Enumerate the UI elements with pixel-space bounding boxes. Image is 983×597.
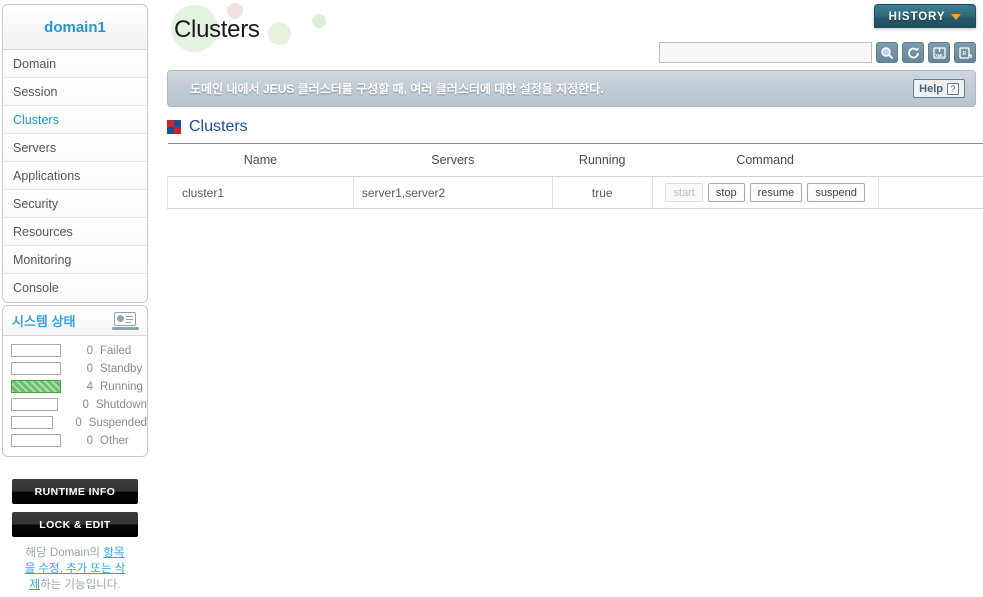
runtime-info-button[interactable]: RUNTIME INFO bbox=[12, 479, 138, 504]
start-button[interactable]: start bbox=[665, 183, 703, 202]
status-bar bbox=[11, 398, 59, 411]
table-header: Name Servers Running Command ADD bbox=[167, 143, 983, 177]
monitor-chart-icon[interactable] bbox=[112, 311, 139, 330]
status-label: Failed bbox=[100, 344, 132, 357]
page-title: Clusters bbox=[174, 16, 260, 43]
column-header-running[interactable]: Running bbox=[552, 143, 653, 177]
cell-servers: server1,server2 bbox=[353, 176, 553, 209]
status-row-running: 4 Running bbox=[11, 378, 147, 395]
status-count: 0 bbox=[82, 398, 89, 411]
sidebar-help-text: 해당 Domain의 항목을 수정, 추가 또는 삭제하는 기능입니다. bbox=[12, 545, 138, 593]
clusters-table: Name Servers Running Command ADD cluster… bbox=[167, 143, 983, 209]
sidebar-item-monitoring[interactable]: Monitoring bbox=[3, 246, 147, 274]
column-header-name[interactable]: Name bbox=[167, 143, 354, 177]
history-label: HISTORY bbox=[888, 10, 946, 23]
info-banner-text: 도메인 내에서 JEUS 클러스터를 구성할 때, 여러 클러스터에 대한 설정… bbox=[190, 82, 604, 96]
help-text-prefix: 해당 Domain의 bbox=[25, 547, 104, 559]
sidebar-nav-card: domain1 Domain Session Clusters Servers … bbox=[2, 4, 148, 303]
status-count: 0 bbox=[86, 434, 93, 447]
search-toolbar: XML R bbox=[659, 42, 976, 63]
app-root: domain1 Domain Session Clusters Servers … bbox=[0, 0, 983, 597]
system-status-title: 시스템 상태 bbox=[12, 314, 76, 329]
info-banner: 도메인 내에서 JEUS 클러스터를 구성할 때, 여러 클러스터에 대한 설정… bbox=[167, 70, 976, 107]
table-body: cluster1 server1,server2 true start stop… bbox=[167, 176, 983, 209]
status-row-failed: 0 Failed bbox=[11, 342, 147, 359]
sidebar-item-resources[interactable]: Resources bbox=[3, 218, 147, 246]
search-icon[interactable] bbox=[876, 42, 898, 63]
column-header-command[interactable]: Command bbox=[652, 143, 879, 177]
status-label: Standby bbox=[100, 362, 143, 375]
cell-commands: start stop resume suspend bbox=[652, 176, 879, 209]
sidebar-item-applications[interactable]: Applications bbox=[3, 162, 147, 190]
cell-actions: DEL bbox=[878, 176, 983, 209]
sidebar: domain1 Domain Session Clusters Servers … bbox=[2, 4, 148, 593]
status-count: 0 bbox=[75, 416, 82, 429]
status-bar bbox=[11, 416, 54, 429]
decorative-circle-small bbox=[312, 14, 326, 28]
sidebar-item-clusters[interactable]: Clusters bbox=[3, 106, 147, 134]
sidebar-item-session[interactable]: Session bbox=[3, 78, 147, 106]
status-bar bbox=[11, 344, 61, 357]
question-mark-icon: ? bbox=[947, 82, 959, 95]
sidebar-item-domain[interactable]: Domain bbox=[3, 50, 147, 78]
sidebar-item-console[interactable]: Console bbox=[3, 274, 147, 302]
section-title: Clusters bbox=[189, 118, 248, 135]
status-label: Running bbox=[100, 380, 143, 393]
section-header: Clusters bbox=[167, 118, 248, 136]
decorative-circle-medium bbox=[268, 22, 291, 45]
svg-text:XML: XML bbox=[935, 53, 944, 58]
history-button[interactable]: HISTORY bbox=[874, 4, 976, 28]
status-count: 0 bbox=[86, 362, 93, 375]
status-label: Other bbox=[100, 434, 129, 447]
system-status-header: 시스템 상태 bbox=[3, 306, 147, 336]
status-bar bbox=[11, 380, 61, 393]
status-row-shutdown: 0 Shutdown bbox=[11, 396, 147, 413]
help-text-suffix: 하는 기능입니다. bbox=[40, 579, 121, 591]
sidebar-actions: RUNTIME INFO LOCK & EDIT 해당 Domain의 항목을 … bbox=[2, 479, 148, 593]
table-row[interactable]: cluster1 server1,server2 true start stop… bbox=[167, 176, 983, 209]
status-row-other: 0 Other bbox=[11, 432, 147, 449]
table-header-row: Name Servers Running Command ADD bbox=[167, 143, 983, 177]
status-count: 0 bbox=[86, 344, 93, 357]
main-content: Clusters HISTORY XML R 도메인 내에서 JEUS 클러스터… bbox=[160, 0, 983, 597]
help-label: Help bbox=[919, 82, 943, 95]
svg-text:R: R bbox=[962, 51, 966, 57]
status-count: 4 bbox=[86, 380, 93, 393]
suspend-button[interactable]: suspend bbox=[807, 183, 865, 202]
status-label: Suspended bbox=[88, 416, 147, 429]
status-label: Shutdown bbox=[95, 398, 147, 411]
system-status-panel: 시스템 상태 0 Failed 0 Standby 4 Running 0 Sh… bbox=[2, 305, 148, 457]
system-status-list: 0 Failed 0 Standby 4 Running 0 Shutdown bbox=[3, 336, 147, 456]
xml-export-icon[interactable]: XML bbox=[928, 42, 950, 63]
column-header-servers[interactable]: Servers bbox=[353, 143, 553, 177]
column-header-actions: ADD bbox=[878, 143, 983, 177]
domain-title[interactable]: domain1 bbox=[3, 5, 147, 50]
status-bar bbox=[11, 362, 61, 375]
cell-running: true bbox=[552, 176, 653, 209]
refresh-icon[interactable] bbox=[902, 42, 924, 63]
chevron-down-icon bbox=[951, 13, 962, 20]
status-row-suspended: 0 Suspended bbox=[11, 414, 147, 431]
status-bar bbox=[11, 434, 61, 447]
resume-button[interactable]: resume bbox=[749, 183, 803, 202]
stop-button[interactable]: stop bbox=[707, 183, 745, 202]
jeus-square-logo-icon bbox=[167, 120, 181, 134]
report-export-icon[interactable]: R bbox=[954, 42, 976, 63]
status-row-standby: 0 Standby bbox=[11, 360, 147, 377]
cell-cluster-name: cluster1 bbox=[167, 176, 354, 209]
search-input[interactable] bbox=[659, 42, 872, 63]
sidebar-item-security[interactable]: Security bbox=[3, 190, 147, 218]
lock-and-edit-button[interactable]: LOCK & EDIT bbox=[12, 512, 138, 537]
help-button[interactable]: Help ? bbox=[913, 79, 965, 98]
sidebar-item-servers[interactable]: Servers bbox=[3, 134, 147, 162]
